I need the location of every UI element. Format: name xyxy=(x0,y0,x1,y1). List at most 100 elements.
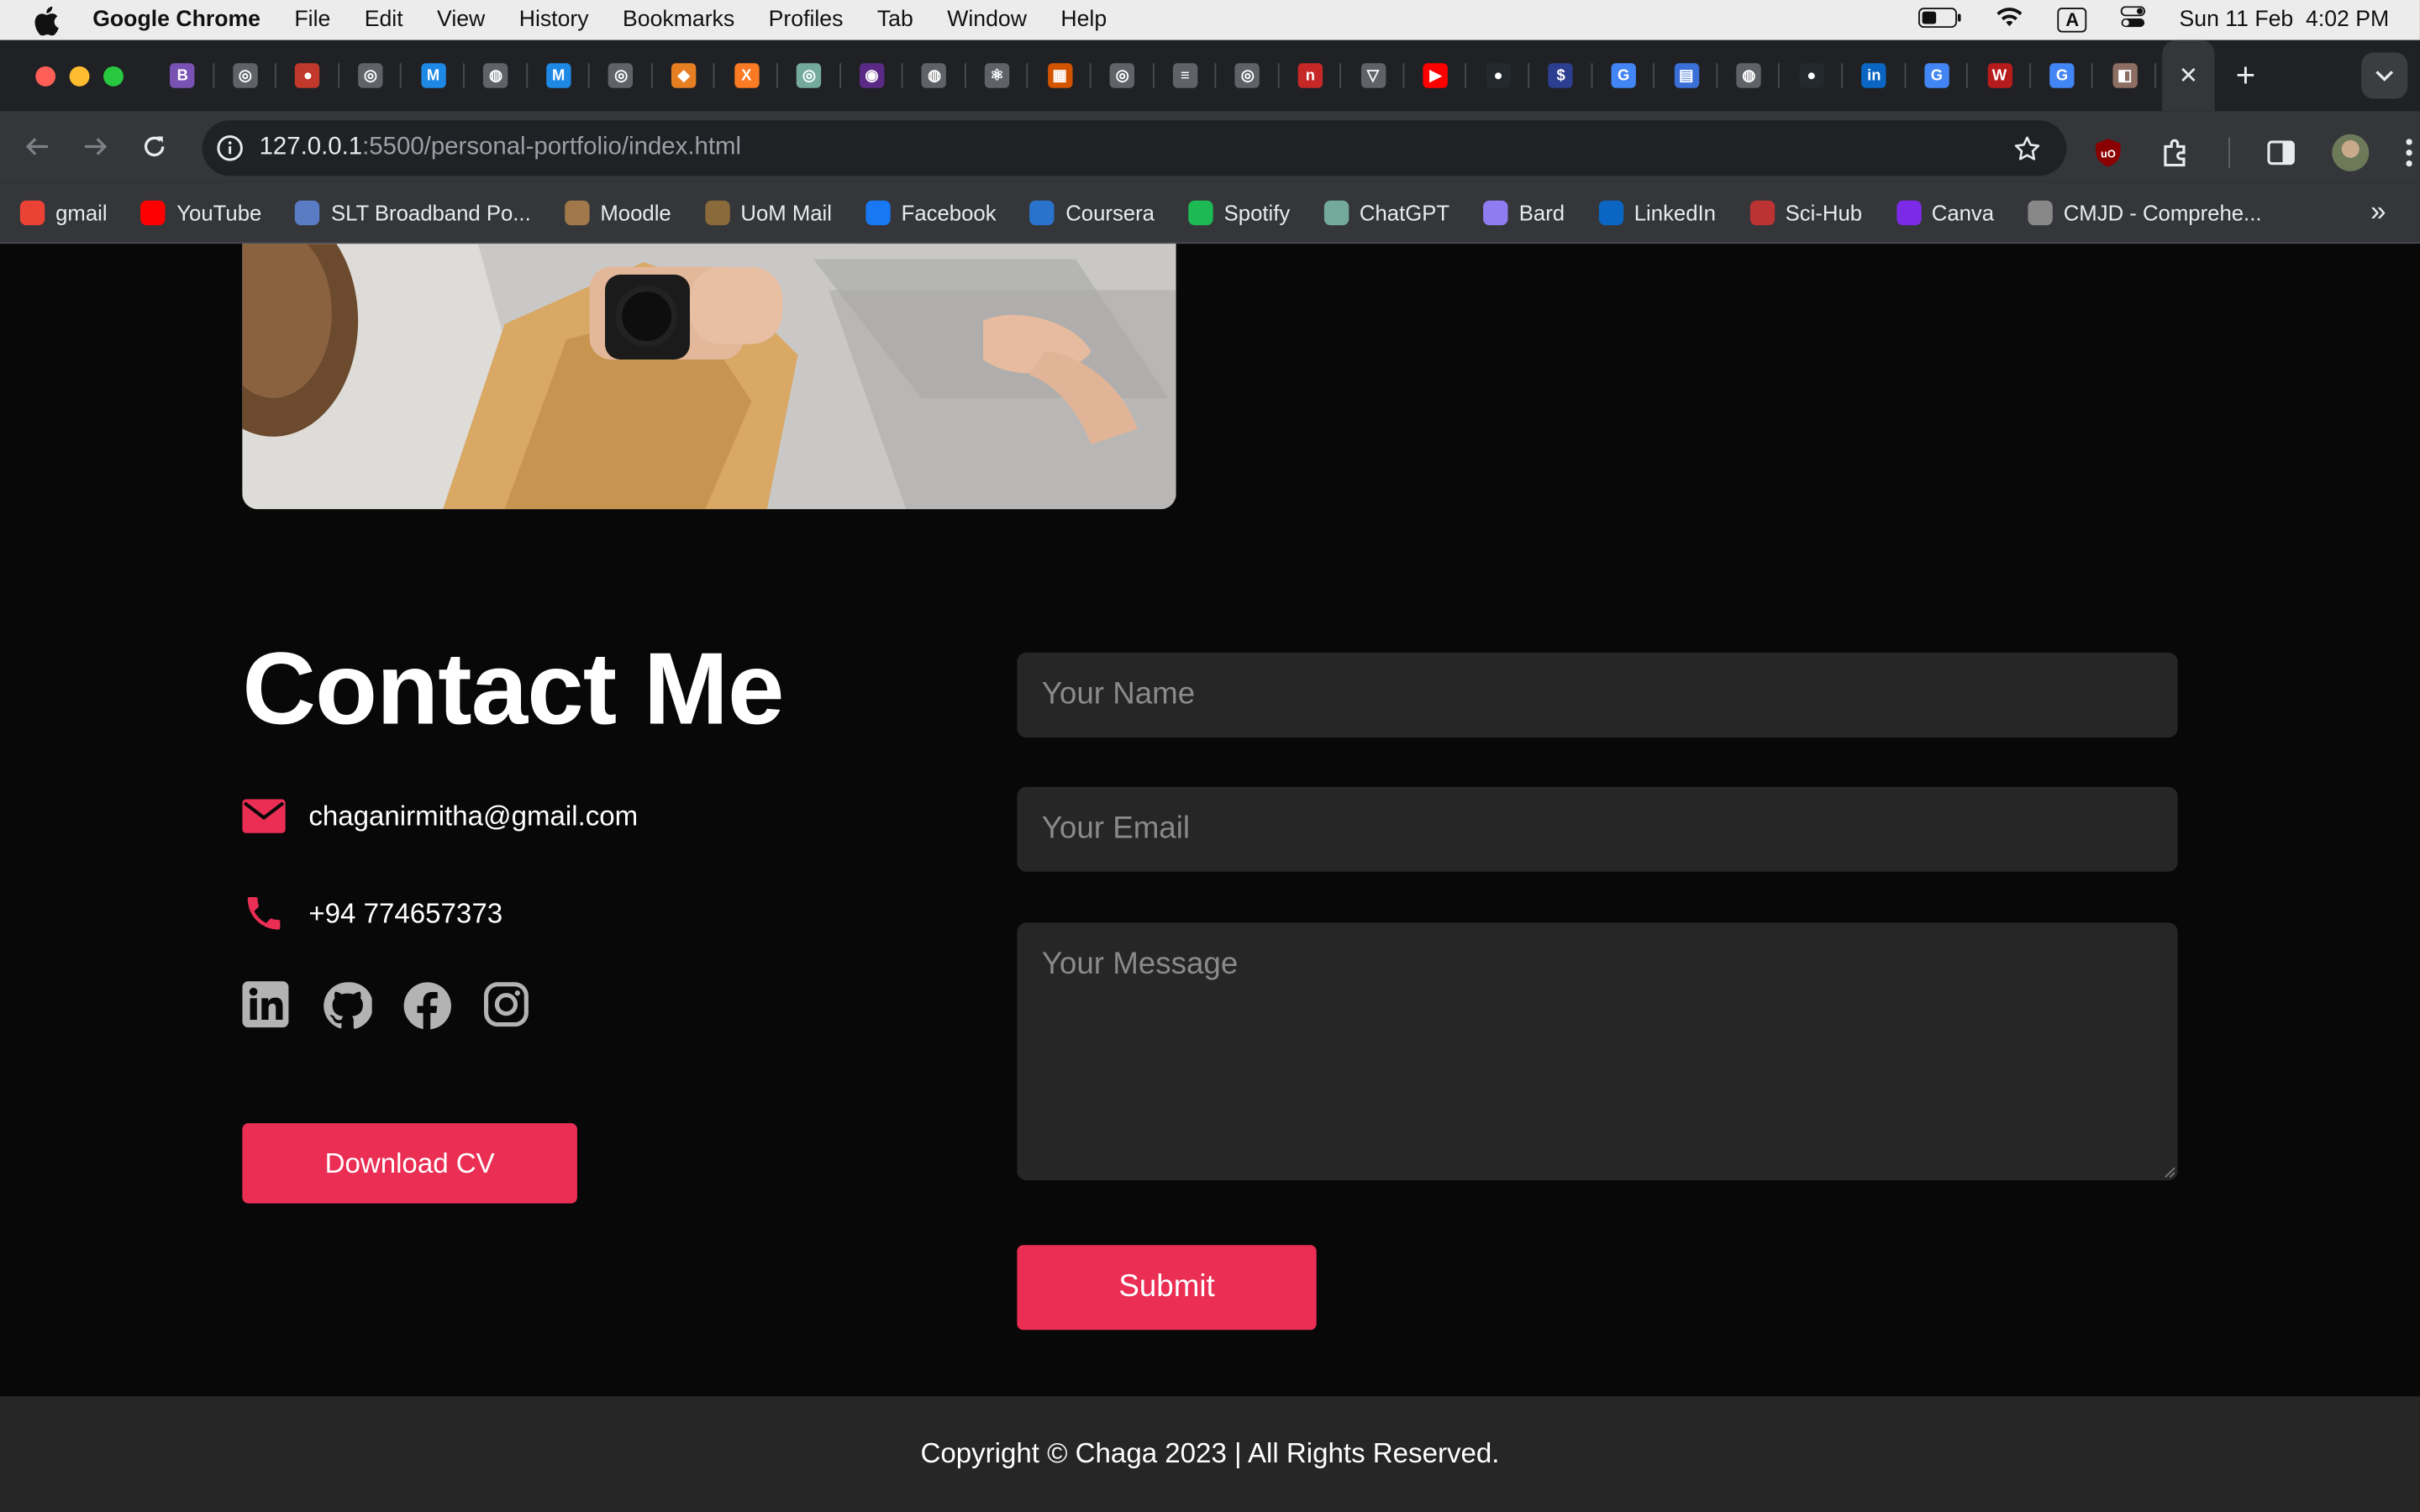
bookmark-item[interactable]: Coursera xyxy=(1029,199,1155,225)
forward-button[interactable] xyxy=(66,134,125,159)
github-icon[interactable] xyxy=(323,981,374,1029)
browser-tab[interactable]: ◉ xyxy=(840,40,903,111)
address-bar[interactable]: 127.0.0.1:5500/personal-portfolio/index.… xyxy=(202,120,2067,176)
bookmark-item[interactable]: Facebook xyxy=(865,199,997,225)
menu-view[interactable]: View xyxy=(420,8,502,32)
browser-tab[interactable]: ● xyxy=(1781,40,1844,111)
browser-tab[interactable]: M xyxy=(402,40,465,111)
contact-phone-row: +94 774657373 xyxy=(242,892,502,935)
minimize-window-button[interactable] xyxy=(69,66,90,86)
bookmark-item[interactable]: SLT Broadband Po... xyxy=(295,199,531,225)
browser-tab[interactable]: ◎ xyxy=(214,40,277,111)
apple-icon[interactable] xyxy=(0,5,92,35)
browser-tab[interactable]: ◧ xyxy=(2093,40,2156,111)
tab-search-button[interactable] xyxy=(2361,52,2408,99)
menu-app-name[interactable]: Google Chrome xyxy=(92,8,277,32)
bookmark-label: CMJD - Comprehe... xyxy=(2063,199,2262,225)
submit-button[interactable]: Submit xyxy=(1017,1245,1317,1331)
extensions-icon[interactable] xyxy=(2160,137,2191,168)
browser-tab[interactable]: ▤ xyxy=(1655,40,1718,111)
site-info-icon[interactable] xyxy=(216,134,244,162)
instagram-icon[interactable] xyxy=(483,981,529,1027)
browser-tab[interactable]: M xyxy=(527,40,590,111)
bookmark-item[interactable]: YouTube xyxy=(141,199,261,225)
back-button[interactable] xyxy=(8,134,66,159)
bookmark-item[interactable]: UoM Mail xyxy=(705,199,832,225)
browser-tab[interactable]: B xyxy=(151,40,214,111)
coursera-icon xyxy=(1029,199,1055,225)
menu-tab[interactable]: Tab xyxy=(860,8,930,32)
browser-tab[interactable]: ◎ xyxy=(1216,40,1279,111)
message-textarea[interactable] xyxy=(1017,922,2178,1181)
browser-tab[interactable]: ◎ xyxy=(778,40,841,111)
menu-edit[interactable]: Edit xyxy=(348,8,420,32)
browser-tab[interactable]: X xyxy=(715,40,778,111)
profile-avatar[interactable] xyxy=(2332,134,2370,171)
email-link[interactable]: chaganirmitha@gmail.com xyxy=(308,800,638,832)
browser-tab[interactable]: G xyxy=(1906,40,1969,111)
bookmark-item[interactable]: Sci-Hub xyxy=(1749,199,1862,225)
side-panel-icon[interactable] xyxy=(2267,140,2295,165)
browser-tab[interactable]: ◍ xyxy=(465,40,528,111)
browser-tab[interactable]: ⚛ xyxy=(965,40,1028,111)
browser-tab[interactable]: ◎ xyxy=(1091,40,1154,111)
bookmark-item[interactable]: Canva xyxy=(1896,199,1994,225)
browser-tab[interactable]: $ xyxy=(1529,40,1592,111)
menubar-datetime[interactable]: Sun 11 Feb 4:02 PM xyxy=(2180,8,2390,32)
resize-handle-icon[interactable] xyxy=(2164,1167,2176,1179)
browser-tab[interactable]: ◎ xyxy=(590,40,653,111)
bookmark-item[interactable]: LinkedIn xyxy=(1598,199,1716,225)
bookmark-item[interactable]: Bard xyxy=(1483,199,1565,225)
download-cv-button[interactable]: Download CV xyxy=(242,1123,577,1204)
battery-icon[interactable] xyxy=(1918,7,1962,33)
menu-file[interactable]: File xyxy=(277,8,347,32)
browser-tab[interactable]: ◆ xyxy=(652,40,715,111)
menu-profiles[interactable]: Profiles xyxy=(751,8,860,32)
browser-tab[interactable]: ▶ xyxy=(1404,40,1467,111)
close-window-button[interactable] xyxy=(35,66,56,86)
email-input[interactable] xyxy=(1017,786,2178,872)
browser-tab[interactable]: ● xyxy=(276,40,339,111)
facebook-icon[interactable] xyxy=(402,981,451,1031)
bookmark-item[interactable]: Moodle xyxy=(565,199,671,225)
globe-icon: ◍ xyxy=(1736,63,1761,88)
bookmark-star-icon[interactable] xyxy=(2012,134,2042,163)
control-center-icon[interactable] xyxy=(2120,6,2146,34)
browser-tab[interactable]: ≡ xyxy=(1154,40,1217,111)
settings-icon: ◎ xyxy=(1109,63,1135,88)
browser-tab[interactable]: in xyxy=(1843,40,1906,111)
menu-window[interactable]: Window xyxy=(930,8,1044,32)
browser-tab[interactable]: G xyxy=(2031,40,2094,111)
input-source-icon[interactable]: A xyxy=(2058,8,2087,33)
menu-bookmarks[interactable]: Bookmarks xyxy=(606,8,752,32)
browser-tab[interactable]: ◎ xyxy=(339,40,402,111)
linkedin-icon[interactable] xyxy=(242,981,289,1028)
browser-tab[interactable]: G xyxy=(1592,40,1655,111)
close-tab-icon[interactable]: ✕ xyxy=(2179,61,2198,89)
arrow-left-icon xyxy=(25,138,48,155)
browser-tab[interactable]: ● xyxy=(1467,40,1530,111)
ublock-icon[interactable]: uO xyxy=(2093,137,2124,168)
browser-tab[interactable]: n xyxy=(1279,40,1342,111)
bookmark-item[interactable]: Spotify xyxy=(1188,199,1290,225)
url-text[interactable]: 127.0.0.1:5500/personal-portfolio/index.… xyxy=(260,134,741,162)
browser-tab[interactable]: ▦ xyxy=(1028,40,1092,111)
zoom-window-button[interactable] xyxy=(103,66,124,86)
active-tab[interactable]: ✕ xyxy=(2162,39,2215,112)
menu-history[interactable]: History xyxy=(502,8,606,32)
bookmark-item[interactable]: gmail xyxy=(19,199,108,225)
menu-help[interactable]: Help xyxy=(1044,8,1123,32)
browser-tab[interactable]: ▽ xyxy=(1342,40,1405,111)
bookmarks-overflow-icon[interactable]: » xyxy=(2370,196,2386,228)
reload-button[interactable] xyxy=(125,134,184,159)
bookmark-label: Coursera xyxy=(1065,199,1155,225)
new-tab-button[interactable]: + xyxy=(2215,55,2276,96)
bookmark-item[interactable]: CMJD - Comprehe... xyxy=(2028,199,2262,225)
more-menu-icon[interactable] xyxy=(2406,139,2412,167)
browser-tab[interactable]: ◍ xyxy=(903,40,966,111)
bookmark-item[interactable]: ChatGPT xyxy=(1323,199,1449,225)
wifi-icon[interactable] xyxy=(1996,6,2024,34)
name-input[interactable] xyxy=(1017,652,2178,738)
browser-tab[interactable]: ◍ xyxy=(1718,40,1781,111)
browser-tab[interactable]: W xyxy=(1968,40,2031,111)
